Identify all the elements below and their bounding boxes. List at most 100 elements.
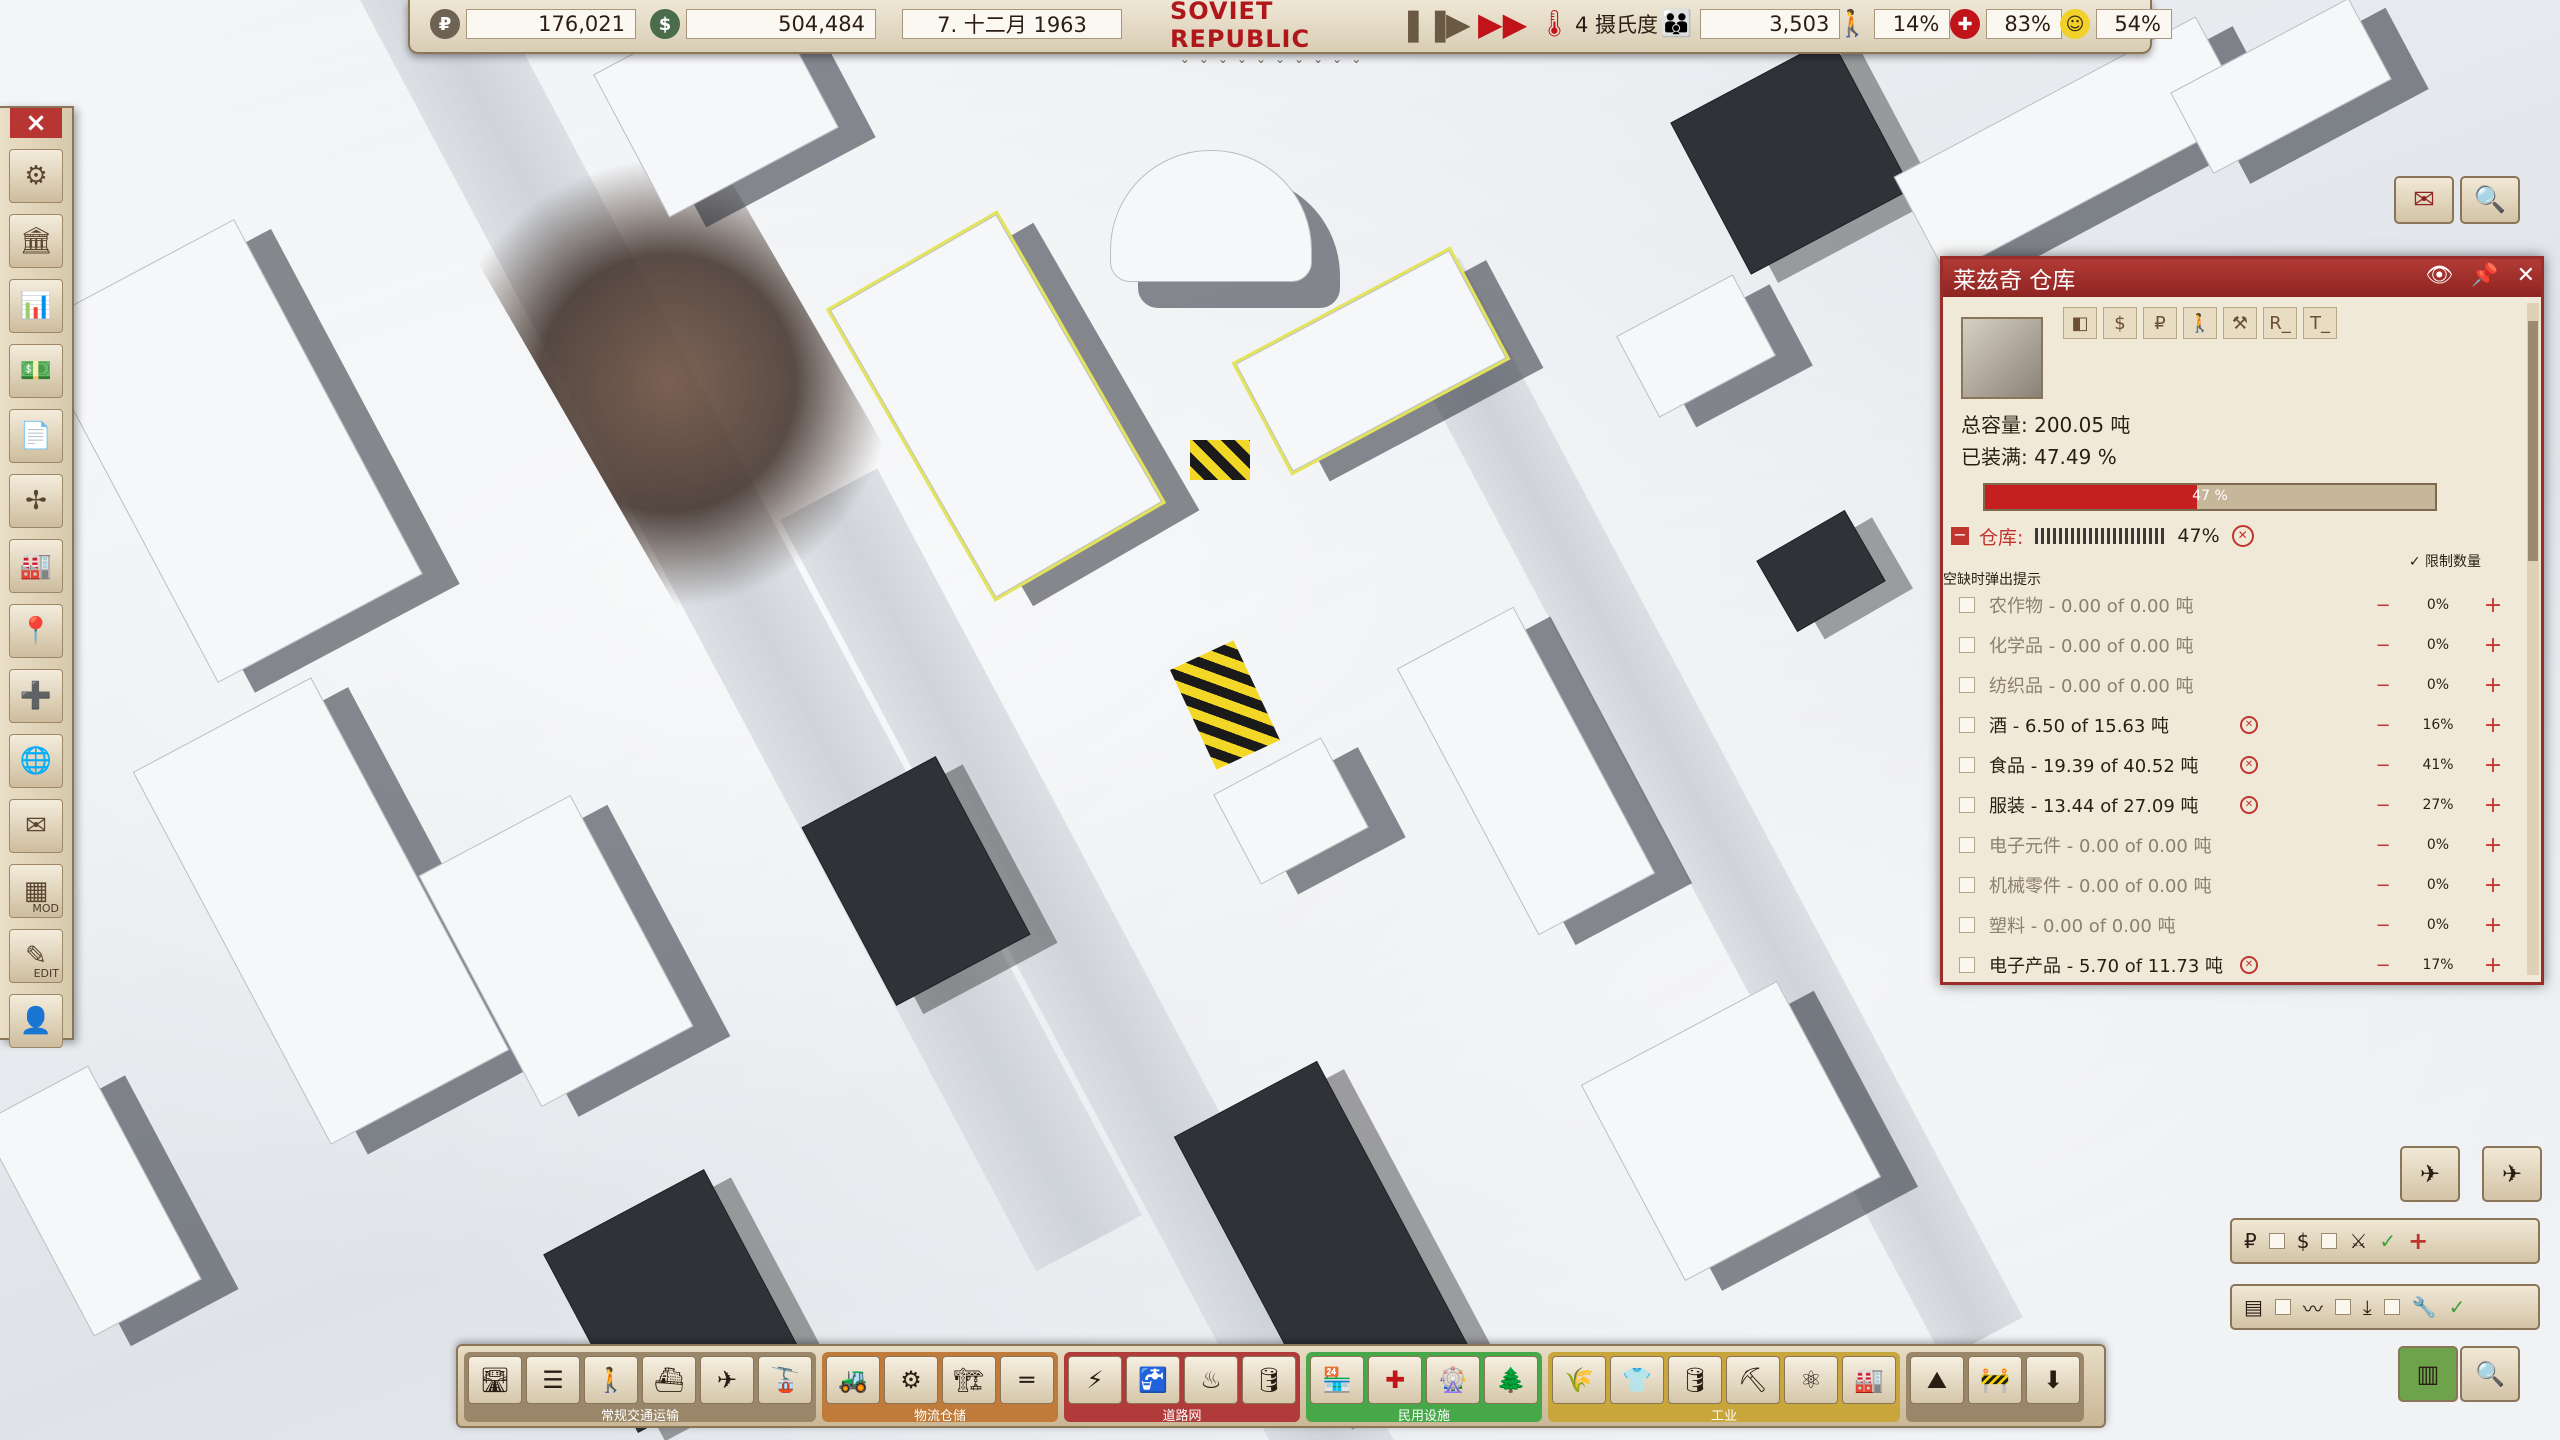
notify-checkbox[interactable] (1959, 797, 1975, 813)
trade-button[interactable]: 💵 (9, 344, 63, 398)
statistics-button[interactable]: 📊 (9, 279, 63, 333)
resource-row[interactable]: 机械零件 - 0.00 of 0.00 吨 − 0% + (1943, 865, 2503, 905)
amusement-button[interactable]: 🎡 (1426, 1356, 1480, 1404)
edit-button[interactable]: ✎ EDIT (9, 929, 63, 983)
tab-workers[interactable]: 🚶 (2183, 307, 2217, 339)
pedestrian-button[interactable]: 🚶 (584, 1356, 638, 1404)
pin-icon[interactable]: 📌 (2471, 263, 2498, 288)
map-pin-button[interactable]: 📍 (9, 604, 63, 658)
tab-dollar[interactable]: $ (2103, 307, 2137, 339)
airport-button[interactable]: ✈ (700, 1356, 754, 1404)
road-button[interactable]: 🛣 (468, 1356, 522, 1404)
chemical-button[interactable]: 🛢 (1668, 1356, 1722, 1404)
collapse-icon[interactable]: − (1951, 527, 1969, 545)
ship-button[interactable]: ⛴ (642, 1356, 696, 1404)
resource-row[interactable]: 食品 - 19.39 of 40.52 吨 ✕ − 41% + (1943, 745, 2503, 785)
solar-field[interactable] (1756, 509, 1886, 633)
decrease-button[interactable]: − (2373, 915, 2393, 936)
decrease-button[interactable]: − (2373, 675, 2393, 696)
close-icon[interactable]: ✕ (2517, 263, 2535, 288)
clear-resource-icon[interactable]: ✕ (2240, 796, 2258, 814)
download-button[interactable]: ⬇ (2026, 1356, 2080, 1404)
increase-button[interactable]: + (2483, 913, 2503, 938)
globe-button[interactable]: 🌐 (9, 734, 63, 788)
scrollbar-thumb[interactable] (2528, 321, 2538, 561)
stadium[interactable] (1110, 150, 1312, 282)
mod-button[interactable]: ▦ MOD (9, 864, 63, 918)
panel-scrollbar[interactable] (2527, 303, 2539, 975)
resource-row[interactable]: 化学品 - 0.00 of 0.00 吨 − 0% + (1943, 625, 2503, 665)
date-display[interactable]: 7. 十二月 1963 (902, 6, 1122, 42)
notify-checkbox[interactable] (1959, 957, 1975, 973)
terrain-button[interactable]: ⛰ (1910, 1356, 1964, 1404)
dollar-checkbox[interactable] (2321, 1233, 2338, 1249)
add-icon[interactable]: + (2408, 1227, 2428, 1255)
water-button[interactable]: 🚰 (1126, 1356, 1180, 1404)
search-button[interactable]: 🔍 (2460, 176, 2520, 224)
signal-checkbox[interactable] (2334, 1299, 2351, 1315)
notify-checkbox[interactable] (1959, 837, 1975, 853)
settings-button[interactable]: ⚙ (9, 149, 63, 203)
factory-button[interactable]: 🏭 (1842, 1356, 1896, 1404)
check-icon[interactable]: ✓ (2379, 1229, 2396, 1253)
notify-checkbox[interactable] (1959, 757, 1975, 773)
tab-resources[interactable]: ◧ (2063, 307, 2097, 339)
unemployment-display[interactable]: 🚶 14% (1836, 6, 1951, 42)
mail-inbox-button[interactable]: ✉ (2394, 176, 2454, 224)
sewage-button[interactable]: 🛢 (1242, 1356, 1296, 1404)
dollars-display[interactable]: $ 504,484 (650, 6, 876, 42)
resource-row[interactable]: 酒 - 6.50 of 15.63 吨 ✕ − 16% + (1943, 705, 2503, 745)
clear-resource-icon[interactable]: ✕ (2240, 756, 2258, 774)
add-building-button[interactable]: ➕ (9, 669, 63, 723)
decrease-button[interactable]: − (2373, 635, 2393, 656)
increase-button[interactable]: + (2483, 873, 2503, 898)
terrain-checkbox[interactable] (2274, 1299, 2291, 1315)
tab-t[interactable]: T_ (2303, 307, 2337, 339)
buildings-button[interactable]: 🏛 (9, 214, 63, 268)
happiness-display[interactable]: ☺ 54% (2060, 6, 2172, 42)
resource-row[interactable]: 服装 - 13.44 of 27.09 吨 ✕ − 27% + (1943, 785, 2503, 825)
vehicle-view-button[interactable]: ✈ (2400, 1146, 2460, 1202)
temperature-display[interactable]: 🌡 4 摄氏度 (1538, 6, 1658, 42)
apartment-building[interactable] (0, 1065, 202, 1337)
crane-button[interactable]: 🏗 (942, 1356, 996, 1404)
pipeline-button[interactable]: ═ (1000, 1356, 1054, 1404)
network-button[interactable]: ✢ (9, 474, 63, 528)
tab-construction[interactable]: ⚒ (2223, 307, 2257, 339)
park-button[interactable]: 🌲 (1484, 1356, 1538, 1404)
apartment-building[interactable] (1670, 37, 1912, 275)
clothing-button[interactable]: 👕 (1610, 1356, 1664, 1404)
decrease-button[interactable]: − (2373, 595, 2393, 616)
clear-resource-icon[interactable]: ✕ (2240, 956, 2258, 974)
check-icon[interactable]: ✓ (2449, 1295, 2466, 1319)
factory-overview-button[interactable]: 🏭 (9, 539, 63, 593)
resource-row[interactable]: 农作物 - 0.00 of 0.00 吨 − 0% + (1943, 585, 2503, 625)
close-toolbar-button[interactable]: × (10, 108, 62, 138)
heating-button[interactable]: ♨ (1184, 1356, 1238, 1404)
increase-button[interactable]: + (2483, 673, 2503, 698)
tab-ruble[interactable]: ₽ (2143, 307, 2177, 339)
decrease-button[interactable]: − (2373, 715, 2393, 736)
increase-button[interactable]: + (2483, 593, 2503, 618)
conveyor-button[interactable]: ⚙ (884, 1356, 938, 1404)
notify-checkbox[interactable] (1959, 597, 1975, 613)
increase-button[interactable]: + (2483, 633, 2503, 658)
decrease-button[interactable]: − (2373, 755, 2393, 776)
shop-button[interactable]: 🏪 (1310, 1356, 1364, 1404)
cablecar-button[interactable]: 🚡 (758, 1356, 812, 1404)
play-button[interactable]: ▶ (1446, 5, 1471, 43)
notify-checkbox[interactable] (1959, 917, 1975, 933)
minimap-toggle-button[interactable]: ▥ (2398, 1346, 2458, 1402)
resource-row[interactable]: 纺织品 - 0.00 of 0.00 吨 − 0% + (1943, 665, 2503, 705)
clear-warehouse-icon[interactable]: ✕ (2231, 525, 2254, 547)
decrease-button[interactable]: − (2373, 875, 2393, 896)
hospital-button[interactable]: ✚ (1368, 1356, 1422, 1404)
eye-icon[interactable]: 👁 (2425, 263, 2453, 288)
rubles-display[interactable]: ₽ 176,021 (430, 6, 636, 42)
increase-button[interactable]: + (2483, 753, 2503, 778)
increase-button[interactable]: + (2483, 713, 2503, 738)
apartment-building[interactable] (2170, 0, 2392, 175)
notify-checkbox[interactable] (1959, 677, 1975, 693)
mining-button[interactable]: ⛏ (1726, 1356, 1780, 1404)
documents-button[interactable]: 📄 (9, 409, 63, 463)
